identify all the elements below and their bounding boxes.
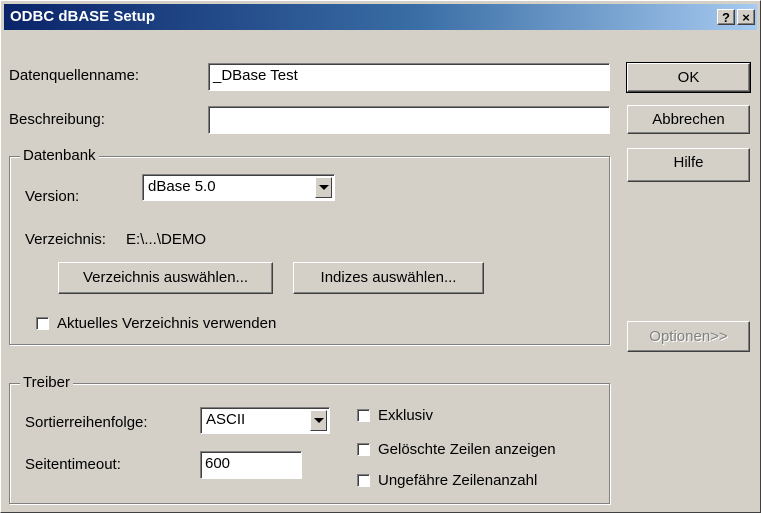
cancel-button[interactable]: Abbrechen (627, 105, 750, 134)
window-title: ODBC dBASE Setup (10, 8, 156, 25)
exclusive-checkbox[interactable]: Exklusiv (357, 407, 433, 424)
use-current-directory-label: Aktuelles Verzeichnis verwenden (57, 315, 277, 332)
help-button[interactable]: Hilfe (627, 148, 750, 182)
use-current-directory-checkbox[interactable]: Aktuelles Verzeichnis verwenden (36, 315, 276, 332)
ok-button[interactable]: OK (626, 62, 751, 93)
directory-value: E:\...\DEMO (126, 231, 207, 248)
close-title-button[interactable]: × (737, 9, 755, 25)
select-indexes-button[interactable]: Indizes auswählen... (293, 262, 484, 294)
directory-label: Verzeichnis: (25, 231, 106, 248)
version-label: Version: (25, 188, 80, 205)
datasource-name-label: Datenquellenname: (9, 67, 140, 84)
approximate-rowcount-label: Ungefähre Zeilenanzahl (378, 472, 538, 489)
sort-order-label: Sortierreihenfolge: (25, 414, 148, 431)
driver-group-title: Treiber (20, 374, 73, 391)
options-button[interactable]: Optionen>> (627, 321, 750, 352)
version-select[interactable]: dBase 5.0 (142, 174, 335, 201)
description-input[interactable] (208, 106, 610, 134)
checkbox-box[interactable] (357, 409, 370, 422)
page-timeout-label: Seitentimeout: (25, 456, 121, 473)
approximate-rowcount-checkbox[interactable]: Ungefähre Zeilenanzahl (357, 472, 537, 489)
select-directory-button[interactable]: Verzeichnis auswählen... (58, 262, 273, 294)
version-value: dBase 5.0 (148, 178, 216, 195)
title-bar: ODBC dBASE Setup ? × (4, 4, 757, 30)
odbc-dbase-setup-dialog: ODBC dBASE Setup ? × Datenquellenname: _… (0, 0, 761, 513)
show-deleted-rows-checkbox[interactable]: Gelöschte Zeilen anzeigen (357, 441, 556, 458)
checkbox-box[interactable] (357, 443, 370, 456)
description-label: Beschreibung: (9, 111, 105, 128)
help-title-button[interactable]: ? (717, 9, 735, 25)
datasource-name-input[interactable]: _DBase Test (208, 63, 610, 91)
chevron-down-icon[interactable] (310, 410, 327, 431)
page-timeout-input[interactable]: 600 (200, 451, 302, 479)
sort-order-select[interactable]: ASCII (200, 407, 330, 434)
database-group-title: Datenbank (20, 147, 99, 164)
sort-order-value: ASCII (206, 411, 246, 428)
show-deleted-rows-label: Gelöschte Zeilen anzeigen (378, 441, 556, 458)
checkbox-box[interactable] (36, 317, 49, 330)
exclusive-label: Exklusiv (378, 407, 434, 424)
chevron-down-icon[interactable] (315, 177, 332, 198)
checkbox-box[interactable] (357, 474, 370, 487)
